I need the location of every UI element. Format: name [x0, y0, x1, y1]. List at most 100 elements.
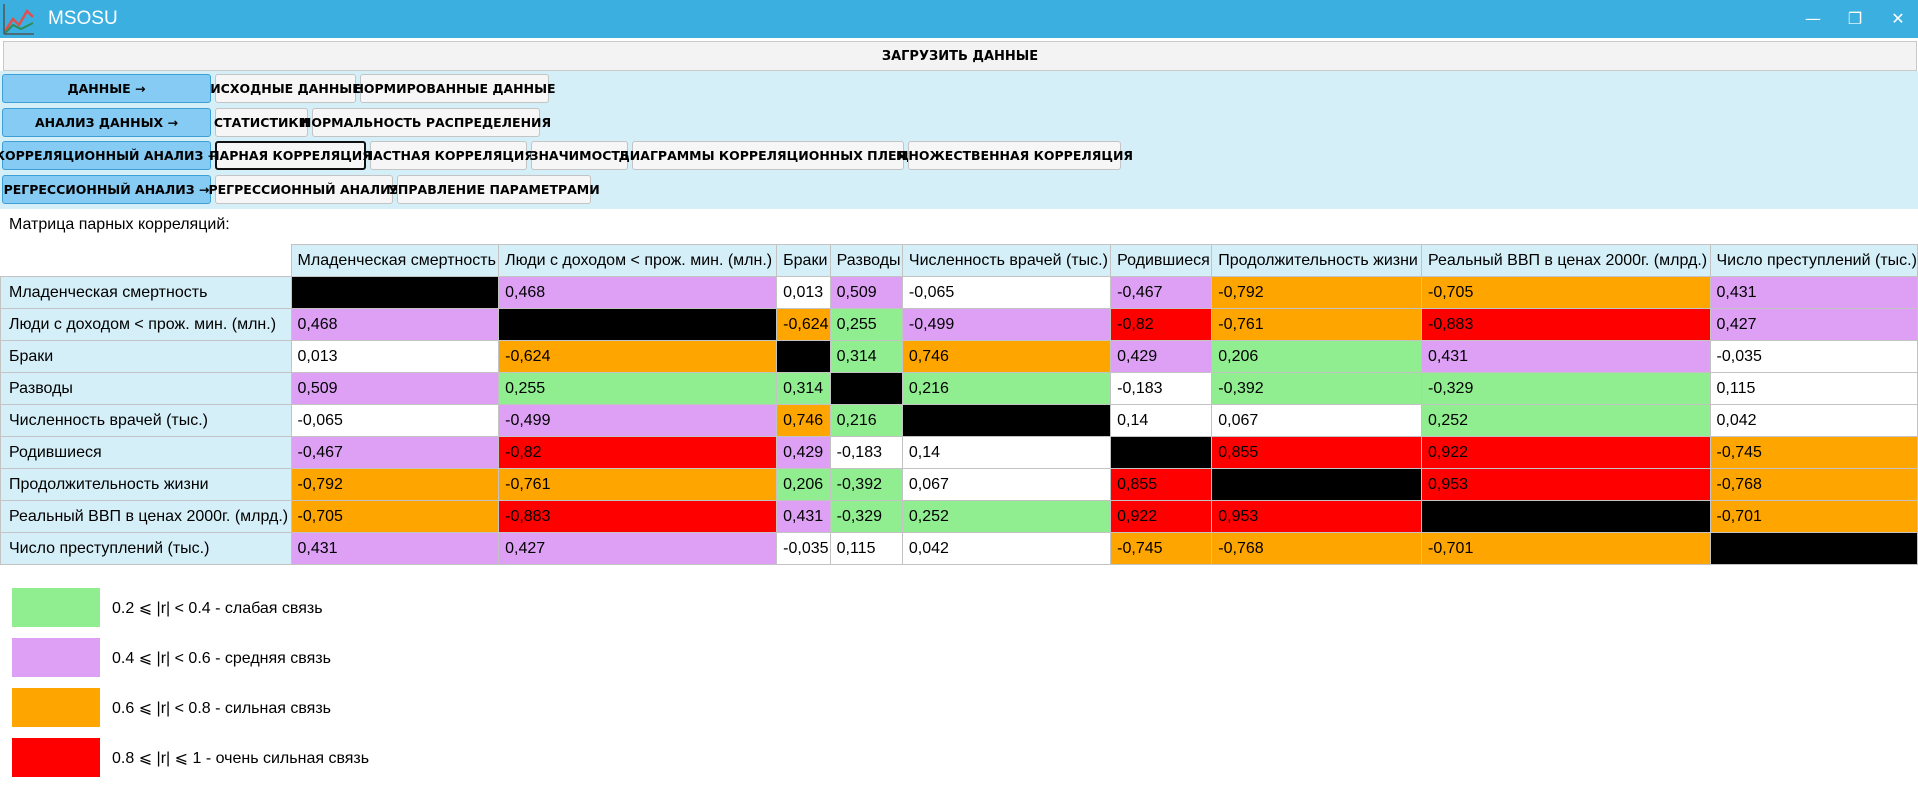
- matrix-cell[interactable]: -0,624: [498, 340, 778, 373]
- matrix-cell[interactable]: -0,745: [1709, 436, 1918, 469]
- column-header[interactable]: Продолжительность жизни: [1211, 244, 1422, 277]
- matrix-cell[interactable]: 0,922: [1420, 436, 1711, 469]
- tab-correlation-pleiades[interactable]: ДИАГРАММЫ КОРРЕЛЯЦИОННЫХ ПЛЕЯД: [619, 141, 917, 170]
- matrix-cell[interactable]: 0,206: [1211, 340, 1422, 373]
- matrix-cell[interactable]: [498, 308, 778, 341]
- column-header[interactable]: Разводы: [829, 244, 903, 277]
- matrix-cell[interactable]: 0,042: [901, 532, 1112, 565]
- matrix-cell[interactable]: [1420, 500, 1711, 533]
- column-header[interactable]: Браки: [776, 244, 831, 277]
- matrix-cell[interactable]: 0,255: [498, 372, 778, 405]
- column-header[interactable]: Люди с доходом < прож. мин. (млн.): [498, 244, 778, 277]
- matrix-cell[interactable]: -0,82: [498, 436, 778, 469]
- column-header[interactable]: Реальный ВВП в ценах 2000г. (млрд.): [1420, 244, 1711, 277]
- matrix-cell[interactable]: 0,216: [901, 372, 1112, 405]
- close-icon[interactable]: ✕: [1885, 6, 1911, 32]
- matrix-cell[interactable]: -0,467: [290, 436, 500, 469]
- matrix-cell[interactable]: -0,035: [1709, 340, 1918, 373]
- matrix-cell[interactable]: -0,035: [776, 532, 831, 565]
- row-header[interactable]: Численность врачей (тыс.): [0, 404, 292, 437]
- matrix-cell[interactable]: 0,429: [1110, 340, 1213, 373]
- matrix-cell[interactable]: 0,427: [1709, 308, 1918, 341]
- matrix-cell[interactable]: 0,953: [1211, 500, 1422, 533]
- matrix-cell[interactable]: -0,768: [1211, 532, 1422, 565]
- matrix-cell[interactable]: 0,115: [829, 532, 903, 565]
- matrix-cell[interactable]: 0,855: [1110, 468, 1213, 501]
- tab-parameter-control[interactable]: УПРАВЛЕНИЕ ПАРАМЕТРАМИ: [388, 175, 600, 204]
- matrix-cell[interactable]: -0,792: [1211, 276, 1422, 309]
- category-data-button[interactable]: ДАННЫЕ →: [2, 74, 211, 103]
- category-correlation-button[interactable]: КОРРЕЛЯЦИОННЫЙ АНАЛИЗ →: [0, 141, 218, 170]
- row-header[interactable]: Родившиеся: [0, 436, 292, 469]
- row-header[interactable]: Число преступлений (тыс.): [0, 532, 292, 565]
- matrix-cell[interactable]: -0,183: [829, 436, 903, 469]
- matrix-cell[interactable]: -0,392: [829, 468, 903, 501]
- matrix-cell[interactable]: -0,392: [1211, 372, 1422, 405]
- minimize-icon[interactable]: —: [1800, 6, 1826, 32]
- matrix-cell[interactable]: 0,746: [901, 340, 1112, 373]
- matrix-cell[interactable]: 0,216: [829, 404, 903, 437]
- tab-significance[interactable]: ЗНАЧИМОСТЬ: [530, 141, 629, 170]
- matrix-cell[interactable]: 0,067: [901, 468, 1112, 501]
- matrix-cell[interactable]: [901, 404, 1112, 437]
- matrix-cell[interactable]: 0,427: [498, 532, 778, 565]
- row-header[interactable]: Продолжительность жизни: [0, 468, 292, 501]
- matrix-cell[interactable]: -0,82: [1110, 308, 1213, 341]
- category-regression-button[interactable]: РЕГРЕССИОННЫЙ АНАЛИЗ →: [2, 175, 211, 204]
- load-data-button[interactable]: ЗАГРУЗИТЬ ДАННЫЕ: [3, 41, 1917, 71]
- matrix-cell[interactable]: -0,329: [1420, 372, 1711, 405]
- row-header[interactable]: Разводы: [0, 372, 292, 405]
- matrix-cell[interactable]: 0,509: [290, 372, 500, 405]
- matrix-cell[interactable]: -0,792: [290, 468, 500, 501]
- matrix-cell[interactable]: [1211, 468, 1422, 501]
- column-header[interactable]: Число преступлений (тыс.): [1709, 244, 1918, 277]
- matrix-cell[interactable]: -0,329: [829, 500, 903, 533]
- row-header[interactable]: Люди с доходом < прож. мин. (млн.): [0, 308, 292, 341]
- matrix-cell[interactable]: 0,431: [290, 532, 500, 565]
- matrix-cell[interactable]: 0,855: [1211, 436, 1422, 469]
- matrix-cell[interactable]: -0,701: [1709, 500, 1918, 533]
- matrix-cell[interactable]: 0,953: [1420, 468, 1711, 501]
- matrix-cell[interactable]: 0,431: [776, 500, 831, 533]
- matrix-cell[interactable]: 0,431: [1420, 340, 1711, 373]
- tab-multiple-correlation[interactable]: МНОЖЕСТВЕННАЯ КОРРЕЛЯЦИЯ: [896, 141, 1133, 170]
- matrix-cell[interactable]: -0,467: [1110, 276, 1213, 309]
- matrix-cell[interactable]: 0,468: [498, 276, 778, 309]
- matrix-cell[interactable]: -0,761: [1211, 308, 1422, 341]
- tab-raw-data[interactable]: ИСХОДНЫЕ ДАННЫЕ: [210, 74, 361, 103]
- matrix-cell[interactable]: -0,883: [1420, 308, 1711, 341]
- row-header[interactable]: Реальный ВВП в ценах 2000г. (млрд.): [0, 500, 292, 533]
- matrix-cell[interactable]: -0,701: [1420, 532, 1711, 565]
- matrix-cell[interactable]: 0,429: [776, 436, 831, 469]
- matrix-cell[interactable]: 0,252: [1420, 404, 1711, 437]
- matrix-cell[interactable]: 0,042: [1709, 404, 1918, 437]
- tab-partial-correlation[interactable]: ЧАСТНАЯ КОРРЕЛЯЦИЯ: [363, 141, 534, 170]
- matrix-cell[interactable]: -0,883: [498, 500, 778, 533]
- matrix-cell[interactable]: -0,183: [1110, 372, 1213, 405]
- matrix-cell[interactable]: 0,115: [1709, 372, 1918, 405]
- matrix-cell[interactable]: 0,14: [1110, 404, 1213, 437]
- matrix-cell[interactable]: 0,431: [1709, 276, 1918, 309]
- matrix-cell[interactable]: 0,14: [901, 436, 1112, 469]
- matrix-cell[interactable]: 0,252: [901, 500, 1112, 533]
- matrix-cell[interactable]: -0,499: [498, 404, 778, 437]
- matrix-cell[interactable]: -0,761: [498, 468, 778, 501]
- matrix-cell[interactable]: 0,314: [829, 340, 903, 373]
- tab-statistics[interactable]: СТАТИСТИКИ: [214, 108, 309, 137]
- row-header[interactable]: Браки: [0, 340, 292, 373]
- matrix-cell[interactable]: -0,705: [1420, 276, 1711, 309]
- matrix-cell[interactable]: [1110, 436, 1213, 469]
- restore-icon[interactable]: ❐: [1842, 6, 1868, 32]
- matrix-cell[interactable]: 0,922: [1110, 500, 1213, 533]
- matrix-cell[interactable]: [829, 372, 903, 405]
- matrix-cell[interactable]: 0,746: [776, 404, 831, 437]
- matrix-cell[interactable]: 0,013: [290, 340, 500, 373]
- row-header[interactable]: Младенческая смертность: [0, 276, 292, 309]
- matrix-cell[interactable]: [1709, 532, 1918, 565]
- matrix-cell[interactable]: 0,255: [829, 308, 903, 341]
- matrix-cell[interactable]: -0,499: [901, 308, 1112, 341]
- matrix-cell[interactable]: -0,745: [1110, 532, 1213, 565]
- tab-regression-analysis[interactable]: РЕГРЕССИОННЫЙ АНАЛИЗ: [208, 175, 400, 204]
- matrix-cell[interactable]: -0,768: [1709, 468, 1918, 501]
- matrix-cell[interactable]: -0,705: [290, 500, 500, 533]
